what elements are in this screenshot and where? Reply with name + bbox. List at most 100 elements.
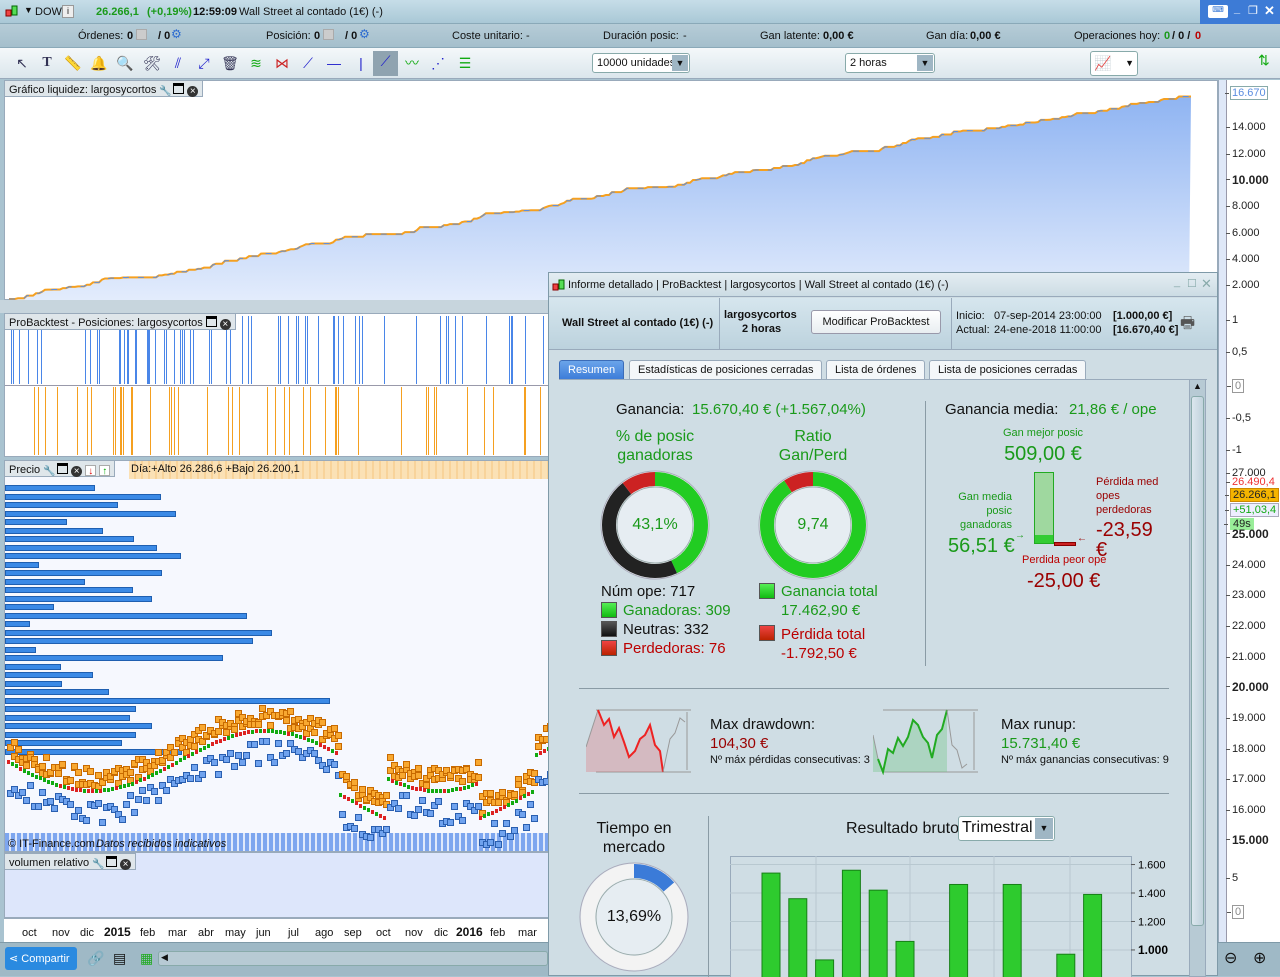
duracion-label: Duración posic: [603,30,679,42]
scroll-left-icon[interactable]: ◀ [161,952,168,963]
zoom-out-icon[interactable]: ⊖ [1224,948,1237,968]
fibonacci-icon[interactable]: ☰ [455,53,475,73]
symbol-label[interactable]: DOW [35,6,62,18]
segment-icon[interactable]: ⤢ [194,53,214,73]
close-icon[interactable]: × [220,319,231,330]
short-position-mark [401,387,402,455]
inicio-label: Inicio: [956,310,985,322]
parallel-lines-icon[interactable]: ⫽ [168,53,188,73]
axis-label: 6.000 [1232,227,1260,239]
fan-icon[interactable]: ⋰ [428,53,448,73]
period-select[interactable]: Trimestral▼ [958,816,1055,841]
vertical-line-icon[interactable]: | [351,53,371,73]
symbol-dropdown-icon[interactable]: ▼ [24,5,33,15]
price-candle [159,769,162,773]
price-candle [395,781,398,785]
share-icon: ⋖ [9,953,18,965]
regression-icon[interactable]: 〰 [402,53,422,73]
horizontal-scrollbar[interactable]: ◀ [158,951,548,966]
units-select[interactable]: 10000 unidades▼ [592,53,690,73]
price-candle [235,733,238,737]
tab-estadisticas[interactable]: Estadísticas de posiciones cerradas [629,360,822,380]
sell-signal-mark [351,779,358,786]
short-position-mark [275,387,276,455]
close-icon[interactable]: ✕ [1201,276,1212,292]
minimize-icon[interactable]: _ [1174,276,1180,288]
tab-lista-posiciones[interactable]: Lista de posiciones cerradas [929,360,1086,380]
modify-probacktest-button[interactable]: Modificar ProBacktest [811,310,941,334]
axis-scroll[interactable] [1219,80,1227,942]
trendline-icon[interactable]: ⟋ [298,53,318,73]
triangle-icon[interactable]: ⋈ [272,53,292,73]
maximize-icon[interactable] [206,316,217,327]
sell-arrow-icon[interactable]: ↓ [85,465,96,476]
volume-profile-bar [5,604,54,610]
maximize-icon[interactable] [106,856,117,867]
trash-icon[interactable]: 🗑 [220,53,240,73]
price-candle [335,751,338,755]
report-title-bar[interactable]: Informe detallado | ProBacktest | largos… [549,273,1217,297]
channel-icon[interactable]: ≋ [246,53,266,73]
maximize-icon[interactable]: ☐ [1187,277,1197,290]
scroll-thumb[interactable] [1191,396,1204,926]
link-icon[interactable]: 🔗 [87,950,104,967]
minimize-icon[interactable]: _ [1234,3,1240,15]
gear-icon[interactable]: ⚙ [359,27,370,41]
printer-icon[interactable]: 🖶 [1180,312,1195,339]
sell-signal-mark [287,708,294,715]
wrench-icon[interactable]: 🔧 [92,859,103,870]
ganancia-total-swatch [759,583,775,599]
close-icon[interactable]: × [187,86,198,97]
price-candle [199,748,202,752]
pointer-icon[interactable]: ↖ [12,53,32,73]
ray-line-icon[interactable]: ⟋ [373,51,398,76]
zoom-icon[interactable]: 🔍 [115,53,135,73]
text-tool-icon[interactable]: T [37,53,57,73]
close-icon[interactable]: × [71,466,82,477]
zoom-in-icon[interactable]: ⊕ [1253,948,1266,968]
price-candle [435,789,438,793]
wrench-icon[interactable]: 🔧 [43,466,54,477]
close-icon[interactable]: × [120,859,131,870]
cancel-orders-icon[interactable] [136,29,147,40]
runup-value: 15.731,40 € [1001,735,1080,752]
vertical-scrollbar[interactable]: ▲ [1189,379,1206,977]
avg-loss-bar [1054,542,1076,546]
maximize-icon[interactable] [173,83,184,94]
title-line: % de posic [585,427,725,446]
indicator-button[interactable]: 📈▼ [1090,51,1138,76]
price-candle [147,775,150,779]
neutras: Neutras: 332 [623,621,709,638]
close-position-icon[interactable] [323,29,334,40]
maximize-icon[interactable] [57,463,68,474]
long-position-mark [362,316,363,384]
gan-dia-value: 0,00 € [970,30,1001,42]
tab-resumen[interactable]: Resumen [559,360,624,380]
actual-value: [16.670,40 €] [1113,324,1178,336]
ruler-icon[interactable]: 📏 [63,53,83,73]
report-timeframe: 2 horas [742,323,781,335]
ordenes-label: Órdenes: [78,30,123,42]
horizontal-line-icon[interactable]: — [324,53,344,73]
buy-signal-mark [427,810,434,817]
tools-icon[interactable]: 🛠 [142,53,162,73]
keyboard-icon[interactable]: ⌨ [1208,5,1228,18]
wrench-icon[interactable]: 🔧 [159,86,170,97]
restore-icon[interactable]: ❐ [1248,4,1258,17]
close-icon[interactable]: ✕ [1264,3,1275,19]
gear-icon[interactable]: ⚙ [171,27,182,41]
timeframe-select[interactable]: 2 horas▼ [845,53,935,73]
price-candle [303,736,306,740]
price-candle [487,812,490,816]
order-book-icon[interactable]: ▦ [140,950,153,967]
share-button[interactable]: ⋖ Compartir [5,947,77,970]
date-label: feb [490,927,505,939]
report-icon[interactable]: ▤ [113,950,126,967]
price-candle [75,788,78,792]
buy-arrow-icon[interactable]: ↑ [99,465,110,476]
buy-sell-icon[interactable]: ⇅ [1258,52,1270,69]
tab-lista-ordenes[interactable]: Lista de órdenes [826,360,925,380]
info-icon[interactable]: i [62,5,74,18]
scroll-up-icon[interactable]: ▲ [1193,381,1202,391]
alert-bell-icon[interactable]: 🔔 [89,53,109,73]
